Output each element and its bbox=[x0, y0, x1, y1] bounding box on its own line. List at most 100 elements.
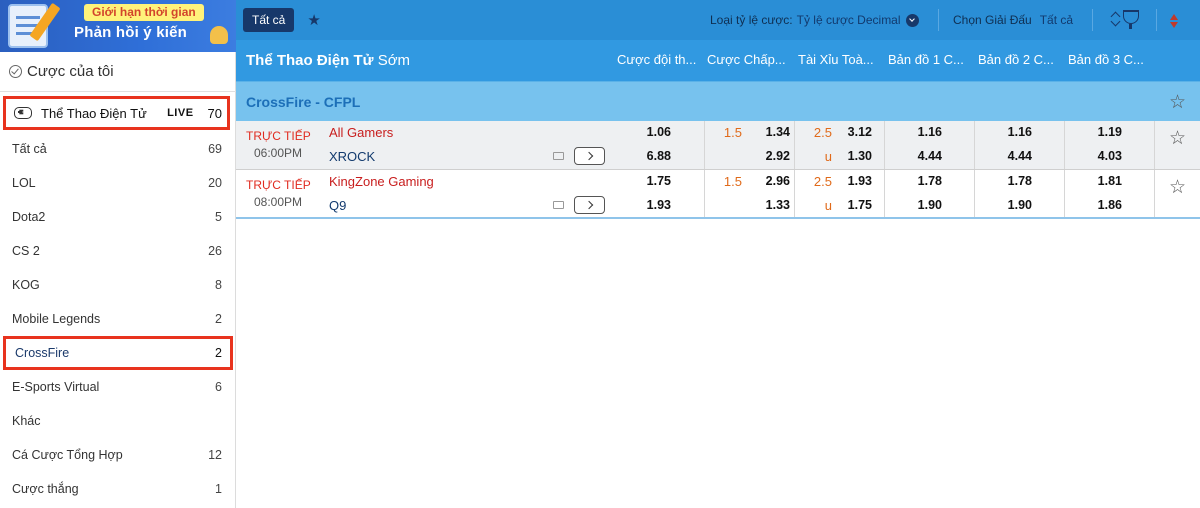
odds-map3-away[interactable]: 4.03 bbox=[1082, 149, 1122, 163]
my-bets-link[interactable]: Cược của tôi bbox=[0, 52, 236, 92]
match-time: 08:00PM bbox=[254, 195, 303, 209]
sidebar-item-count: 6 bbox=[215, 380, 222, 394]
sidebar-item-outright[interactable]: Cược thắng 1 bbox=[0, 472, 236, 506]
odds-map3-home[interactable]: 1.81 bbox=[1082, 174, 1122, 188]
sidebar-item-combined[interactable]: Cá Cược Tổng Hợp 12 bbox=[0, 438, 236, 472]
odds-type-selector[interactable]: Loại tỷ lệ cược: Tỷ lệ cược Decimal bbox=[710, 0, 919, 40]
sidebar-item-all[interactable]: Tất cả 69 bbox=[0, 132, 236, 166]
league-name: CrossFire - CFPL bbox=[246, 94, 361, 110]
gamepad-icon bbox=[14, 107, 32, 119]
sidebar-item-kog[interactable]: KOG 8 bbox=[0, 268, 236, 302]
feedback-banner[interactable]: Giới hạn thời gian Phản hồi ý kiến bbox=[0, 0, 236, 52]
more-markets-button[interactable] bbox=[574, 196, 605, 214]
odds-moneyline-away[interactable]: 1.93 bbox=[631, 198, 671, 212]
odds-change-icon[interactable] bbox=[1169, 9, 1179, 31]
banner-title: Phản hồi ý kiến bbox=[74, 24, 188, 41]
more-markets-button[interactable] bbox=[574, 147, 605, 165]
league-row[interactable]: CrossFire - CFPL ☆ bbox=[236, 81, 1200, 121]
tab-all[interactable]: Tất cả bbox=[243, 8, 295, 32]
sidebar-item-cs2[interactable]: CS 2 26 bbox=[0, 234, 236, 268]
sidebar-item-crossfire[interactable]: CrossFire 2 bbox=[3, 336, 233, 370]
odds-moneyline-home[interactable]: 1.75 bbox=[631, 174, 671, 188]
sidebar-item-dota2[interactable]: Dota2 5 bbox=[0, 200, 236, 234]
sidebar-item-count: 69 bbox=[208, 142, 222, 156]
sidebar-item-count: 8 bbox=[215, 278, 222, 292]
column-header-map3[interactable]: Bản đồ 3 C... bbox=[1068, 52, 1156, 67]
handicap-line: 1.5 bbox=[723, 174, 742, 189]
odds-under[interactable]: 1.75 bbox=[832, 198, 872, 212]
divider bbox=[1154, 170, 1155, 217]
live-status: TRỰC TIẾP bbox=[246, 129, 311, 143]
odds-map1-away[interactable]: 1.90 bbox=[902, 198, 942, 212]
live-status: TRỰC TIẾP bbox=[246, 178, 311, 192]
sidebar-item-label: Cá Cược Tổng Hợp bbox=[12, 448, 123, 462]
divider bbox=[884, 170, 885, 217]
away-team: Q9 bbox=[329, 198, 347, 213]
home-team: All Gamers bbox=[329, 125, 394, 140]
divider bbox=[1064, 121, 1065, 169]
tv-icon[interactable] bbox=[553, 201, 564, 209]
odds-map1-home[interactable]: 1.78 bbox=[902, 174, 942, 188]
divider bbox=[794, 170, 795, 217]
sidebar-item-esports-virtual[interactable]: E-Sports Virtual 6 bbox=[0, 370, 236, 404]
odds-moneyline-away[interactable]: 6.88 bbox=[631, 149, 671, 163]
sidebar-item-other[interactable]: Khác bbox=[0, 404, 236, 438]
tv-icon[interactable] bbox=[553, 152, 564, 160]
odds-handicap-away[interactable]: 2.92 bbox=[750, 149, 790, 163]
sidebar-item-label: Tất cả bbox=[12, 142, 47, 156]
sidebar-item-label: CrossFire bbox=[15, 346, 70, 360]
home-team: KingZone Gaming bbox=[329, 174, 434, 189]
odds-map1-home[interactable]: 1.16 bbox=[902, 125, 942, 139]
sidebar-item-count: 20 bbox=[208, 176, 222, 190]
sport-esports-header[interactable]: Thể Thao Điện Tử LIVE 70 bbox=[3, 96, 230, 130]
column-header-map2[interactable]: Bản đồ 2 C... bbox=[978, 52, 1066, 67]
odds-handicap-away[interactable]: 1.33 bbox=[750, 198, 790, 212]
odds-map1-away[interactable]: 4.44 bbox=[902, 149, 942, 163]
odds-map2-home[interactable]: 1.16 bbox=[992, 125, 1032, 139]
favorite-star-icon[interactable]: ☆ bbox=[1169, 93, 1186, 112]
trophy-icon[interactable] bbox=[1123, 10, 1139, 29]
column-header-handicap[interactable]: Cược Chấp... bbox=[707, 52, 795, 67]
odds-map3-away[interactable]: 1.86 bbox=[1082, 198, 1122, 212]
odds-map2-away[interactable]: 1.90 bbox=[992, 198, 1032, 212]
favorites-star-icon[interactable]: ★ bbox=[307, 11, 320, 29]
match-time: 06:00PM bbox=[254, 146, 303, 160]
divider bbox=[1064, 170, 1065, 217]
league-selector[interactable]: Chọn Giải Đấu Tất cả bbox=[953, 0, 1073, 40]
favorite-star-icon[interactable]: ☆ bbox=[1169, 129, 1186, 148]
divider bbox=[974, 121, 975, 169]
odds-map3-home[interactable]: 1.19 bbox=[1082, 125, 1122, 139]
sidebar-item-label: Cược thắng bbox=[12, 482, 79, 496]
column-header-moneyline[interactable]: Cược đội th... bbox=[617, 52, 705, 67]
odds-over[interactable]: 3.12 bbox=[832, 125, 872, 139]
sidebar-item-lol[interactable]: LOL 20 bbox=[0, 166, 236, 200]
odds-handicap-home[interactable]: 1.34 bbox=[750, 125, 790, 139]
odds-map2-away[interactable]: 4.44 bbox=[992, 149, 1032, 163]
page-title: Thể Thao Điện Tử Sớm bbox=[246, 52, 410, 69]
odds-handicap-home[interactable]: 2.96 bbox=[750, 174, 790, 188]
odds-map2-home[interactable]: 1.78 bbox=[992, 174, 1032, 188]
odds-over[interactable]: 1.93 bbox=[832, 174, 872, 188]
divider bbox=[938, 9, 939, 31]
sidebar-item-label: Mobile Legends bbox=[12, 312, 101, 326]
sidebar: Giới hạn thời gian Phản hồi ý kiến Cược … bbox=[0, 0, 236, 508]
sidebar-item-mobile-legends[interactable]: Mobile Legends 2 bbox=[0, 302, 236, 336]
divider bbox=[1156, 9, 1157, 31]
sidebar-item-count: 5 bbox=[215, 210, 222, 224]
match-row: TRỰC TIẾP 08:00PM KingZone Gaming Q9 1.7… bbox=[236, 170, 1200, 219]
column-header-over-under[interactable]: Tài Xỉu Toà... bbox=[798, 52, 886, 67]
odds-moneyline-home[interactable]: 1.06 bbox=[631, 125, 671, 139]
banner-tag: Giới hạn thời gian bbox=[84, 4, 204, 21]
odds-under[interactable]: 1.30 bbox=[832, 149, 872, 163]
sport-count: 70 bbox=[207, 105, 222, 121]
over-under-line: 2.5 bbox=[813, 125, 832, 140]
column-header-map1[interactable]: Bản đồ 1 C... bbox=[888, 52, 976, 67]
sort-icon[interactable] bbox=[1111, 11, 1121, 29]
under-label: u bbox=[824, 198, 832, 213]
check-circle-icon bbox=[9, 65, 22, 78]
favorite-star-icon[interactable]: ☆ bbox=[1169, 178, 1186, 197]
sidebar-item-count: 2 bbox=[215, 312, 222, 326]
match-row: TRỰC TIẾP 06:00PM All Gamers XROCK 1.06 … bbox=[236, 121, 1200, 170]
page-title-sport: Thể Thao Điện Tử bbox=[246, 52, 374, 69]
live-badge: LIVE bbox=[167, 107, 194, 119]
